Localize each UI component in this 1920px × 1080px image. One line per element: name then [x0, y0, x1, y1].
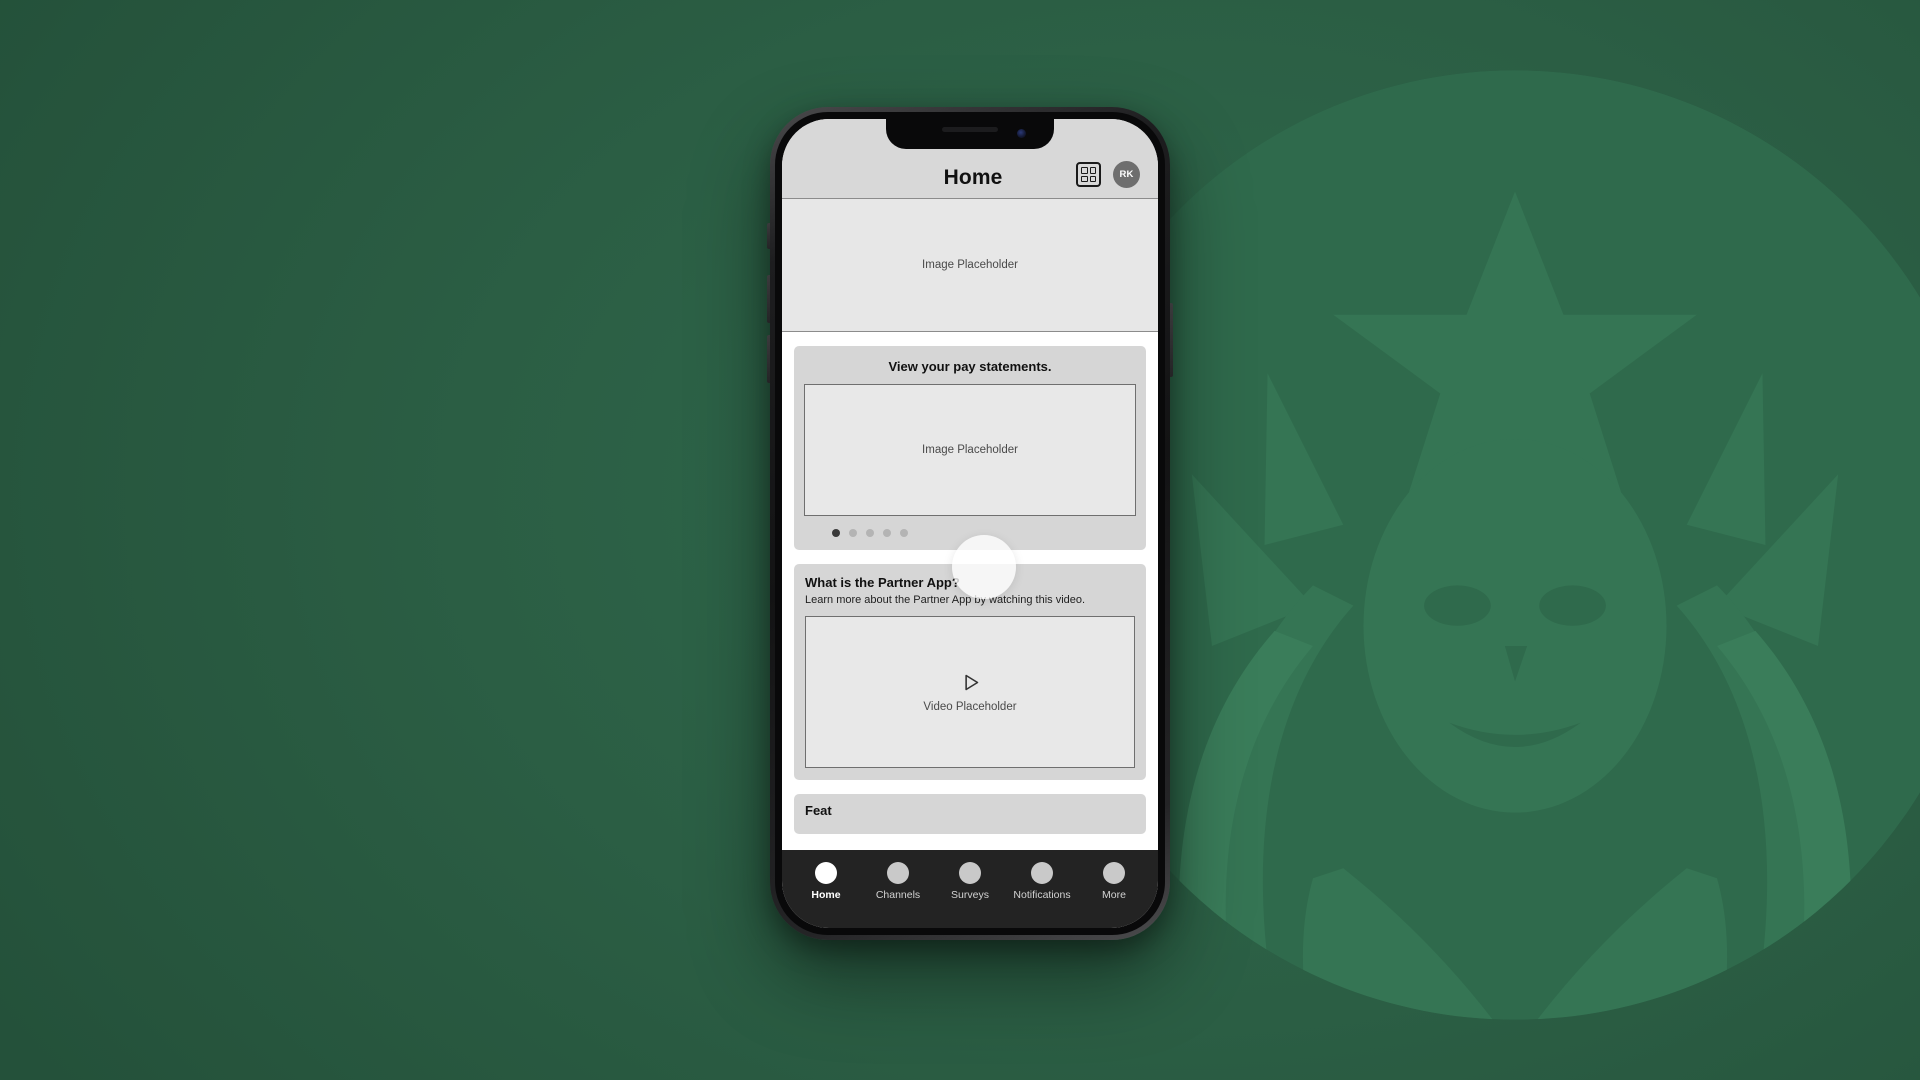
partially-visible-card[interactable]: Feat: [794, 794, 1146, 834]
tab-label: Surveys: [951, 889, 989, 901]
page-title: Home: [943, 166, 1003, 189]
partner-card-title: What is the Partner App?: [805, 575, 960, 590]
video-placeholder-label: Video Placeholder: [923, 700, 1017, 713]
carousel-dot[interactable]: [832, 529, 840, 537]
power-button[interactable]: [1170, 303, 1173, 377]
home-icon: [815, 862, 837, 884]
carousel-dot[interactable]: [866, 529, 874, 537]
surveys-icon: [959, 862, 981, 884]
grid-cell: [1081, 167, 1088, 174]
carousel-dot[interactable]: [849, 529, 857, 537]
pay-image-placeholder[interactable]: Image Placeholder: [804, 384, 1136, 516]
phone-frame: Home RK Image Placeholder View your pay …: [767, 107, 1173, 940]
pay-statements-card[interactable]: View your pay statements. Image Placehol…: [794, 346, 1146, 550]
tab-label: More: [1102, 889, 1126, 901]
tab-surveys[interactable]: Surveys: [934, 862, 1006, 901]
front-camera-icon: [1017, 129, 1026, 138]
bottom-tab-bar: Home Channels Surveys Notifications More: [782, 850, 1158, 928]
play-triangle-icon[interactable]: [960, 672, 981, 693]
hero-placeholder-label: Image Placeholder: [922, 259, 1018, 271]
tab-label: Home: [811, 889, 841, 901]
notifications-icon: [1031, 862, 1053, 884]
tab-more[interactable]: More: [1078, 862, 1150, 901]
more-icon: [1103, 862, 1125, 884]
grid-cell: [1089, 175, 1096, 182]
video-placeholder[interactable]: Video Placeholder: [805, 616, 1135, 768]
carousel-dot[interactable]: [900, 529, 908, 537]
silent-switch[interactable]: [767, 223, 770, 249]
grid-cell: [1089, 167, 1096, 174]
tab-label: Notifications: [1013, 889, 1071, 901]
header-actions: RK: [1076, 161, 1140, 190]
cut-card-title: Feat: [805, 803, 832, 818]
volume-up-button[interactable]: [767, 275, 770, 323]
phone-notch: [886, 119, 1054, 149]
channels-icon: [887, 862, 909, 884]
app-scroll-body[interactable]: Image Placeholder View your pay statemen…: [782, 199, 1158, 850]
phone-bezel: Home RK Image Placeholder View your pay …: [775, 112, 1165, 935]
tab-home[interactable]: Home: [790, 862, 862, 901]
tab-notifications[interactable]: Notifications: [1006, 862, 1078, 901]
partner-card-subtitle: Learn more about the Partner App by watc…: [805, 594, 1086, 606]
hero-image-placeholder[interactable]: Image Placeholder: [782, 199, 1158, 332]
grid-cell: [1081, 175, 1088, 182]
pay-placeholder-label: Image Placeholder: [922, 444, 1018, 456]
carousel-dot[interactable]: [883, 529, 891, 537]
phone-screen: Home RK Image Placeholder View your pay …: [782, 119, 1158, 928]
volume-down-button[interactable]: [767, 335, 770, 383]
tab-label: Channels: [875, 889, 921, 901]
carousel-dots[interactable]: [804, 516, 1136, 550]
tab-channels[interactable]: Channels: [862, 862, 934, 901]
partner-app-card[interactable]: What is the Partner App? Learn more abou…: [794, 564, 1146, 780]
grid-apps-icon[interactable]: [1076, 162, 1101, 187]
earpiece-speaker-icon: [942, 127, 998, 132]
avatar[interactable]: RK: [1113, 161, 1140, 188]
pay-card-title: View your pay statements.: [888, 359, 1052, 374]
